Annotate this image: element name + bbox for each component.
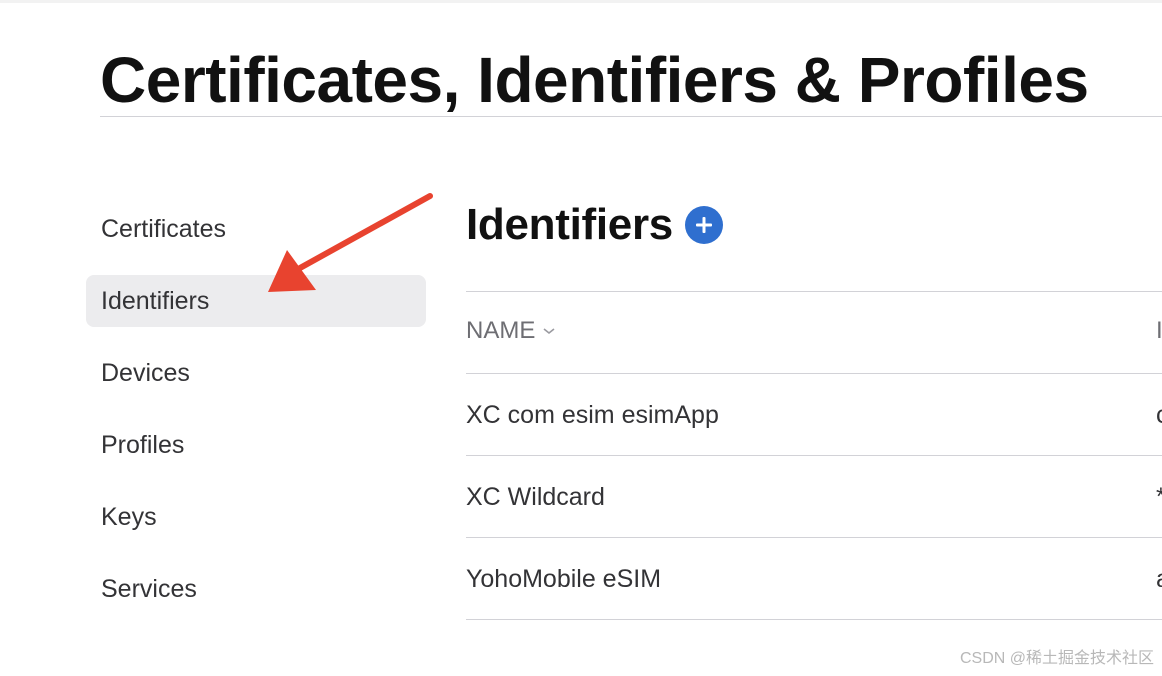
row-name: YohoMobile eSIM — [466, 565, 662, 593]
table-row[interactable]: XC Wildcard * — [466, 456, 1162, 538]
table-divider — [466, 291, 1162, 292]
row-identifier: * — [1156, 456, 1162, 538]
sidebar-item-label: Devices — [101, 359, 190, 387]
row-name: XC com esim esimApp — [466, 401, 719, 429]
row-name: XC Wildcard — [466, 483, 605, 511]
row-identifier: a — [1156, 538, 1162, 620]
sidebar-item-certificates[interactable]: Certificates — [86, 203, 426, 255]
sidebar-item-devices[interactable]: Devices — [86, 347, 426, 399]
sidebar-item-identifiers[interactable]: Identifiers — [86, 275, 426, 327]
sidebar-item-label: Keys — [101, 503, 157, 531]
sidebar-item-label: Services — [101, 575, 197, 603]
plus-circle-icon — [695, 217, 712, 233]
row-identifier: c — [1156, 374, 1162, 456]
table-row[interactable]: YohoMobile eSIM a — [466, 538, 1162, 620]
column-header-name[interactable]: NAME — [466, 317, 557, 345]
sidebar-item-services[interactable]: Services — [86, 563, 426, 615]
column-header-label: NAME — [466, 317, 536, 344]
title-divider — [100, 116, 1162, 117]
table-divider — [466, 619, 1162, 620]
section-header: Identifiers — [466, 193, 723, 257]
chevron-down-icon — [543, 328, 555, 335]
sidebar-item-keys[interactable]: Keys — [86, 491, 426, 543]
page-title: Certificates, Identifiers & Profiles — [100, 44, 1089, 116]
top-border — [0, 0, 1162, 3]
sidebar-item-profiles[interactable]: Profiles — [86, 419, 426, 471]
watermark: CSDN @稀土掘金技术社区 — [959, 650, 1154, 667]
add-identifier-button[interactable] — [684, 206, 723, 244]
sidebar-item-label: Identifiers — [101, 287, 210, 315]
section-title: Identifiers — [466, 200, 673, 249]
column-header-identifier[interactable]: I — [1156, 317, 1162, 345]
table-row[interactable]: XC com esim esimApp c — [466, 374, 1162, 456]
sidebar-item-label: Certificates — [101, 215, 227, 243]
sidebar-item-label: Profiles — [101, 431, 185, 459]
